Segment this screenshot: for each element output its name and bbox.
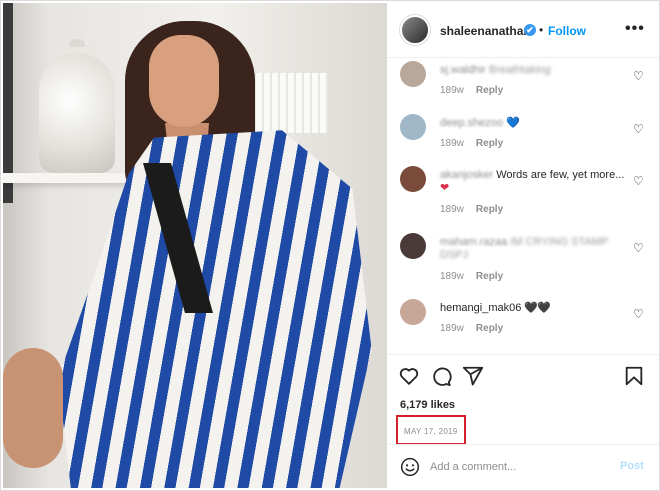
books: [248, 73, 328, 133]
comment-body: Words are few, yet more...: [496, 169, 625, 181]
verified-icon: ✔: [524, 24, 536, 36]
comment-meta: 189w Reply: [440, 271, 503, 282]
vase: [39, 53, 115, 173]
emoji-icon[interactable]: [400, 457, 420, 477]
comment-input[interactable]: [430, 457, 610, 477]
comment-username[interactable]: maham.razaa: [440, 236, 507, 248]
avatar[interactable]: [400, 15, 430, 45]
black-heart-emoji: 🖤🖤: [524, 302, 550, 314]
heart-icon[interactable]: [398, 365, 420, 387]
comment-avatar[interactable]: [400, 61, 426, 87]
comment-text: maham.razaa IM CRYING STAMP DSPJ: [440, 236, 630, 262]
post-button[interactable]: Post: [620, 460, 644, 472]
comment-avatar[interactable]: [400, 166, 426, 192]
post-modal: shaleenanathani ✔ • Follow ••• sj.waldhi…: [0, 0, 660, 491]
comment-username[interactable]: hemangi_mak06: [440, 302, 521, 314]
comment-meta: 189w Reply: [440, 204, 503, 215]
comment-avatar[interactable]: [400, 299, 426, 325]
bookmark-icon[interactable]: [623, 365, 645, 387]
reply-button[interactable]: Reply: [476, 271, 503, 282]
comment-meta: 189w Reply: [440, 138, 503, 149]
comment-icon[interactable]: [430, 365, 452, 387]
comment-text: akanjosker Words are few, yet more... ❤: [440, 169, 630, 195]
face: [149, 35, 219, 127]
add-comment-bar: Post: [388, 444, 659, 488]
comment-avatar[interactable]: [400, 233, 426, 259]
comment-text: deep.shezoo 💙: [440, 117, 630, 130]
comment-like-icon[interactable]: ♡: [633, 122, 644, 136]
comment-time: 189w: [440, 85, 464, 96]
comment-meta: 189w Reply: [440, 323, 503, 334]
username[interactable]: shaleenanathani: [440, 24, 534, 38]
comment-time: 189w: [440, 138, 464, 149]
comment-time: 189w: [440, 204, 464, 215]
comment-like-icon[interactable]: ♡: [633, 69, 644, 83]
post-actions: 6,179 likes MAY 17, 2019: [388, 354, 659, 445]
blue-heart-emoji: 💙: [506, 117, 520, 129]
comment-meta: 189w Reply: [440, 85, 503, 96]
comment-text: sj.waldhir Breathtaking: [440, 64, 630, 77]
reply-button[interactable]: Reply: [476, 323, 503, 334]
hand: [3, 348, 63, 468]
comment-time: 189w: [440, 271, 464, 282]
post-photo[interactable]: [3, 3, 387, 488]
post-date[interactable]: MAY 17, 2019: [404, 427, 458, 436]
comment-text: hemangi_mak06 🖤🖤: [440, 302, 630, 315]
red-heart-emoji: ❤: [440, 182, 450, 194]
comments-list[interactable]: sj.waldhir Breathtaking 189w Reply ♡ deep.…: [388, 59, 659, 354]
reply-button[interactable]: Reply: [476, 85, 503, 96]
comment-username[interactable]: sj.waldhir: [440, 64, 486, 76]
date-highlight-box: MAY 17, 2019: [396, 415, 466, 445]
follow-button[interactable]: Follow: [548, 24, 586, 38]
separator: •: [539, 23, 544, 37]
comment-like-icon[interactable]: ♡: [633, 174, 644, 188]
comment-avatar[interactable]: [400, 114, 426, 140]
share-icon[interactable]: [462, 365, 484, 387]
comment-username[interactable]: akanjosker: [440, 169, 493, 181]
post-header: shaleenanathani ✔ • Follow •••: [388, 3, 659, 58]
comment-like-icon[interactable]: ♡: [633, 241, 644, 255]
comment-body: Breathtaking: [488, 64, 551, 76]
reply-button[interactable]: Reply: [476, 138, 503, 149]
comment-username[interactable]: deep.shezoo: [440, 117, 503, 129]
reply-button[interactable]: Reply: [476, 204, 503, 215]
more-options-icon[interactable]: •••: [625, 20, 645, 38]
likes-count[interactable]: 6,179 likes: [400, 399, 455, 411]
comment-time: 189w: [440, 323, 464, 334]
comment-like-icon[interactable]: ♡: [633, 307, 644, 321]
